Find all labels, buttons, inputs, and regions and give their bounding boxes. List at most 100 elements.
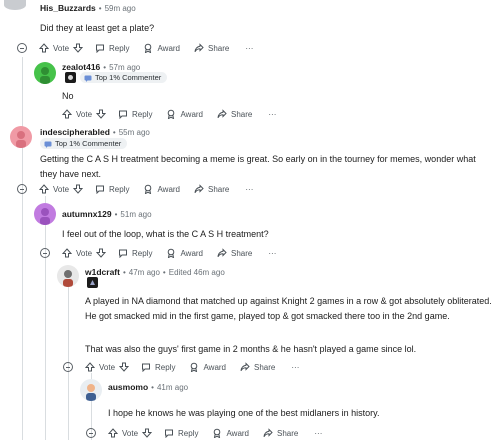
reply-label: Reply	[109, 184, 130, 194]
downvote-icon[interactable]	[119, 362, 130, 372]
timestamp[interactable]: 47m ago	[129, 268, 160, 277]
share-button[interactable]: Share	[194, 184, 229, 194]
upvote-icon[interactable]	[39, 43, 49, 53]
avatar[interactable]	[57, 265, 79, 287]
username[interactable]: autumnx129	[62, 209, 112, 219]
user-flair: Top 1% Commenter	[65, 72, 168, 83]
username[interactable]: ausmomo	[108, 382, 148, 392]
award-button[interactable]: Award	[143, 43, 180, 53]
reply-button[interactable]: Reply	[141, 362, 175, 372]
collapse-thread-button[interactable]	[40, 248, 50, 258]
award-icon	[214, 428, 221, 438]
share-label: Share	[277, 428, 299, 438]
comment-header: autumnx129 • 51m ago	[62, 209, 152, 219]
separator-dot: •	[151, 382, 154, 392]
top-commenter-badge: Top 1% Commenter	[40, 138, 128, 149]
username[interactable]: zealot416	[62, 62, 100, 72]
reply-button[interactable]: Reply	[164, 428, 198, 438]
share-button[interactable]: Share	[194, 43, 229, 53]
award-button[interactable]: Award	[166, 248, 203, 258]
upvote-icon[interactable]	[62, 248, 72, 258]
thread-line[interactable]	[68, 280, 69, 440]
vote-group: Vote	[62, 109, 107, 119]
comment-actions: Vote Reply Award Share ···	[62, 109, 276, 119]
reply-icon	[165, 429, 174, 438]
upvote-icon[interactable]	[39, 184, 49, 194]
downvote-icon[interactable]	[73, 43, 84, 53]
award-label: Award	[180, 248, 203, 258]
award-button[interactable]: Award	[166, 109, 203, 119]
separator-dot: •	[98, 3, 102, 13]
more-options-button[interactable]: ···	[268, 110, 276, 119]
share-label: Share	[254, 362, 276, 372]
thread-line[interactable]	[45, 196, 46, 440]
award-label: Award	[226, 428, 249, 438]
award-button[interactable]: Award	[189, 362, 226, 372]
share-label: Share	[231, 109, 253, 119]
more-options-button[interactable]: ···	[245, 44, 253, 53]
more-options-button[interactable]: ···	[314, 429, 322, 438]
collapse-thread-button[interactable]	[17, 43, 27, 53]
separator-dot: •	[122, 267, 126, 277]
vote-label: Vote	[76, 248, 93, 258]
reply-button[interactable]: Reply	[118, 109, 152, 119]
collapse-thread-button[interactable]	[17, 184, 27, 194]
comment-actions: Vote Reply Award Share ···	[86, 428, 322, 438]
username[interactable]: indescipherabled	[40, 127, 110, 137]
share-label: Share	[231, 248, 253, 258]
edited-label: Edited 46m ago	[168, 267, 225, 277]
flair-text: Top 1% Commenter	[95, 73, 162, 82]
comment-body-paragraph: That was also the guys' first game in 2 …	[85, 344, 417, 354]
username[interactable]: His_Buzzards	[40, 3, 96, 13]
downvote-icon[interactable]	[142, 428, 153, 438]
share-button[interactable]: Share	[217, 248, 252, 258]
avatar[interactable]	[34, 203, 56, 225]
avatar[interactable]	[4, 0, 26, 10]
comment-actions: Vote Reply Award Share ···	[17, 43, 253, 53]
timestamp[interactable]: 59m ago	[105, 4, 136, 13]
downvote-icon[interactable]	[73, 184, 84, 194]
timestamp[interactable]: 51m ago	[120, 210, 151, 219]
username[interactable]: w1dcraft	[85, 267, 120, 277]
downvote-icon[interactable]	[96, 248, 107, 258]
comment-body: A played in NA diamond that matched up a…	[85, 296, 492, 321]
avatar[interactable]	[80, 379, 102, 401]
upvote-icon[interactable]	[85, 362, 95, 372]
user-flair	[87, 277, 102, 288]
timestamp[interactable]: 55m ago	[119, 128, 150, 137]
more-options-button[interactable]: ···	[245, 185, 253, 194]
vote-label: Vote	[76, 109, 93, 119]
comment-actions: Vote Reply Award Share ···	[63, 362, 299, 372]
comment-header: zealot416 • 57m ago	[62, 62, 140, 72]
more-options-button[interactable]: ···	[291, 363, 299, 372]
downvote-icon[interactable]	[96, 109, 107, 119]
timestamp[interactable]: 57m ago	[109, 63, 140, 72]
upvote-icon[interactable]	[62, 109, 72, 119]
share-button[interactable]: Share	[263, 428, 298, 438]
reply-button[interactable]: Reply	[118, 248, 152, 258]
timestamp[interactable]: 41m ago	[157, 383, 188, 392]
share-button[interactable]: Share	[240, 362, 275, 372]
vote-group: Vote	[108, 428, 153, 438]
upvote-icon[interactable]	[108, 428, 118, 438]
award-label: Award	[157, 184, 180, 194]
avatar[interactable]	[10, 126, 32, 148]
reply-button[interactable]: Reply	[95, 43, 129, 53]
vote-label: Vote	[53, 43, 70, 53]
separator-dot: •	[103, 62, 107, 72]
collapse-thread-button[interactable]	[86, 428, 96, 438]
comment-actions: Vote Reply Award Share ···	[40, 248, 276, 258]
reply-button[interactable]: Reply	[95, 184, 129, 194]
share-button[interactable]: Share	[217, 109, 252, 119]
vote-group: Vote	[39, 43, 84, 53]
reply-label: Reply	[155, 362, 176, 372]
separator-dot: •	[114, 209, 118, 219]
collapse-thread-button[interactable]	[63, 362, 73, 372]
award-button[interactable]: Award	[212, 428, 249, 438]
reply-icon	[96, 185, 105, 194]
more-options-button[interactable]: ···	[268, 249, 276, 258]
share-icon	[217, 248, 227, 258]
vote-label: Vote	[122, 428, 139, 438]
award-button[interactable]: Award	[143, 184, 180, 194]
avatar[interactable]	[34, 62, 56, 84]
